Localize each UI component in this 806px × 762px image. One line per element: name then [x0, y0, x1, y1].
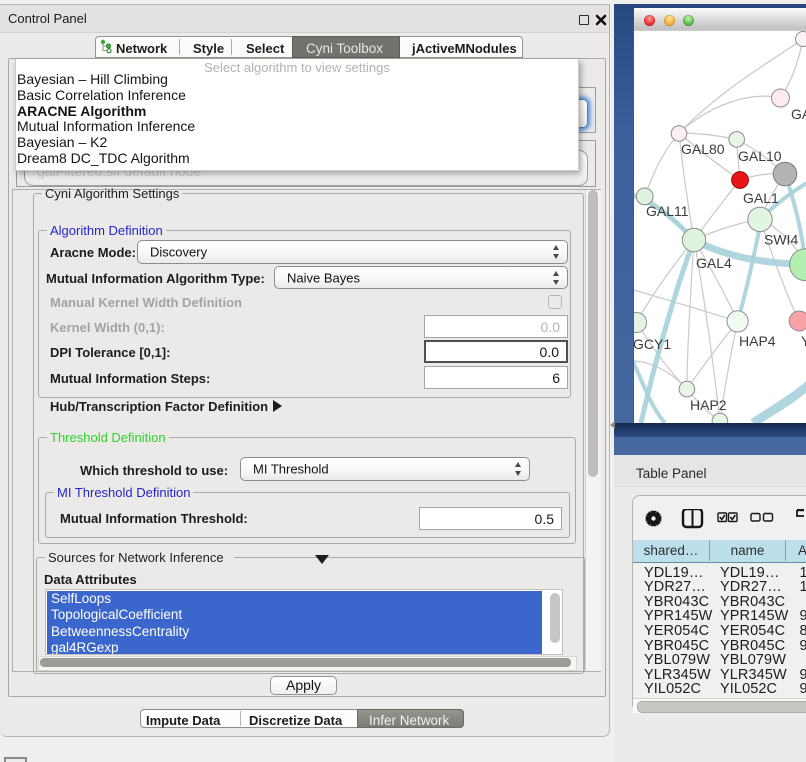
svg-text:GAL10: GAL10 [738, 148, 782, 164]
svg-text:GAL4: GAL4 [696, 255, 732, 271]
svg-text:GCY1: GCY1 [633, 336, 671, 352]
svg-text:GAL80: GAL80 [681, 141, 725, 157]
svg-text:GAL11: GAL11 [646, 203, 689, 219]
svg-text:GAL1: GAL1 [743, 190, 779, 206]
svg-text:HAP2: HAP2 [690, 397, 727, 413]
svg-text:SWI4: SWI4 [764, 232, 798, 248]
svg-text:GAL7: GAL7 [791, 106, 806, 122]
svg-text:HAP4: HAP4 [739, 333, 776, 349]
svg-text:YJ: YJ [801, 333, 806, 349]
